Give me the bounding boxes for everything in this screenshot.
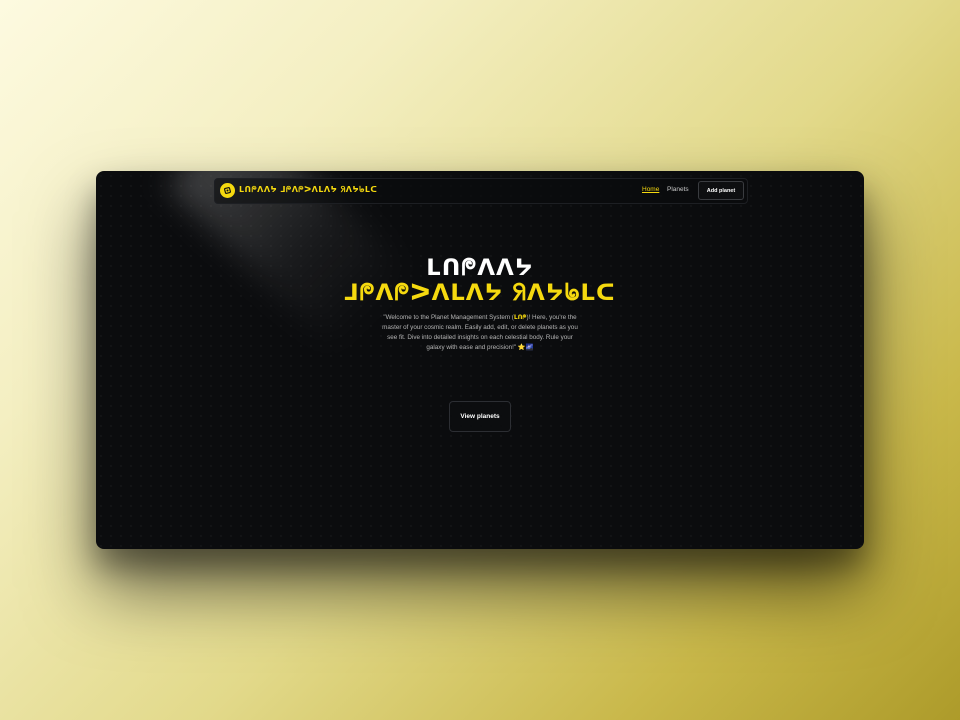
navbar: ᒪᑎᖘᐱᐱᔭ ᒧᖘᐱᖘᐳᐱᒪᐱᔭ ᖆᐱᔭᖚᒪᑕ Home Planets Add… (214, 178, 748, 204)
app-window: ᒪᑎᖘᐱᐱᔭ ᒧᖘᐱᖘᐳᐱᒪᐱᔭ ᖆᐱᔭᖚᒪᑕ Home Planets Add… (96, 171, 864, 549)
nav-link-home[interactable]: Home (642, 186, 659, 193)
orbit-logo-icon[interactable] (220, 183, 235, 198)
brand-name[interactable]: ᒪᑎᖘᐱᐱᔭ ᒧᖘᐱᖘᐳᐱᒪᐱᔭ ᖆᐱᔭᖚᒪᑕ (239, 185, 377, 195)
description-text-start: "Welcome to the Planet Management System… (383, 314, 514, 321)
hero-title-line-1: ᒪᑎᖘᐱᐱᔭ (426, 255, 534, 281)
hero-description: "Welcome to the Planet Management System… (380, 313, 580, 353)
view-planets-button[interactable]: View planets (449, 401, 511, 432)
description-code: ᒪᑎᖘ (513, 314, 527, 321)
nav-link-planets[interactable]: Planets (667, 186, 689, 193)
add-planet-button[interactable]: Add planet (698, 181, 744, 200)
hero-title-line-2: ᒧᖘᐱᖘᐳᐱᒪᐱᔭ ᖆᐱᔭᖚᒪᑕ (344, 280, 616, 306)
